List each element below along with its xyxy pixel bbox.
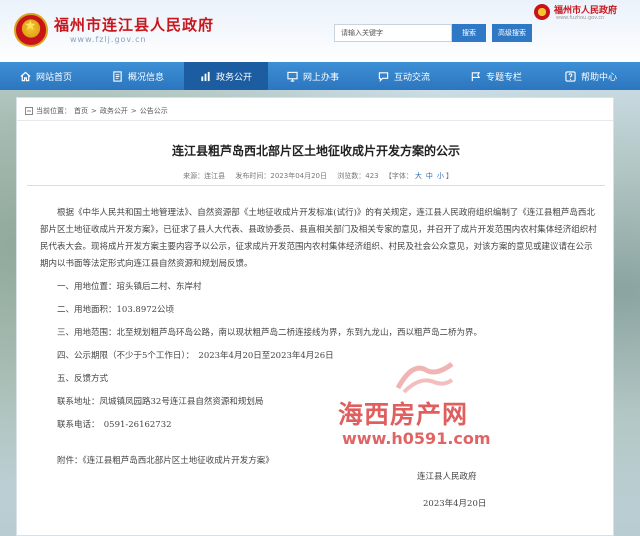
- search-input[interactable]: 请输入关键字: [334, 24, 452, 42]
- breadcrumb: 当前位置： 首页 > 政务公开 > 公告公示: [25, 106, 168, 116]
- font-size-large[interactable]: 大: [415, 172, 422, 180]
- nav-item-interaction[interactable]: 互动交流: [358, 62, 450, 90]
- article-item-area: 二、用地面积：103.8972公顷: [57, 305, 175, 315]
- breadcrumb-item-home[interactable]: 首页: [74, 106, 88, 116]
- article-panel: 当前位置： 首页 > 政务公开 > 公告公示 连江县粗芦岛西北部片区土地征收成片…: [16, 97, 614, 536]
- breadcrumb-separator: >: [130, 107, 137, 115]
- article-item-feedback: 五、反馈方式: [57, 374, 109, 384]
- nav-item-online-service[interactable]: 网上办事: [268, 62, 358, 90]
- nav-item-special-topics[interactable]: 专题专栏: [450, 62, 542, 90]
- article-item-address: 联系地址：凤城镇凤园路32号连江县自然资源和规划局: [57, 397, 264, 407]
- article-item-location: 一、用地位置：琯头镇后二村、东岸村: [57, 282, 202, 292]
- page-title: 连江县粗芦岛西北部片区土地征收成片开发方案的公示: [171, 144, 460, 158]
- city-emblem-icon: [534, 4, 550, 20]
- breadcrumb-separator: >: [91, 107, 97, 115]
- nav-item-label: 互动交流: [393, 72, 430, 83]
- nav-item-label: 网站首页: [35, 72, 72, 83]
- nav-item-label: 专题专栏: [485, 72, 522, 83]
- main-nav: 网站首页 概况信息 政务公开 网上办事 互动交流 专题专栏 帮助中心: [0, 62, 640, 90]
- article-body: 根据《中华人民共和国土地管理法》、自然资源部《土地征收成片开发标准(试行)》的有…: [40, 205, 600, 470]
- document-icon: [113, 70, 122, 82]
- nav-item-home[interactable]: 网站首页: [0, 62, 92, 90]
- search-button[interactable]: 搜索: [452, 24, 486, 42]
- nav-item-label: 帮助中心: [580, 72, 617, 83]
- font-size-switcher: 【字体：大中小】: [385, 172, 453, 180]
- advanced-search-button[interactable]: 高级搜索: [492, 24, 532, 42]
- city-logo-url: www.fuzhou.gov.cn: [556, 15, 605, 21]
- home-icon: [20, 71, 31, 81]
- site-domain: www.fzlj.gov.cn: [70, 35, 147, 44]
- article-intro: 根据《中华人民共和国土地管理法》、自然资源部《土地征收成片开发标准(试行)》的有…: [40, 208, 597, 269]
- divider: [17, 120, 613, 121]
- meta-source: 来源：连江县: [183, 172, 226, 180]
- nav-item-help[interactable]: 帮助中心: [542, 62, 640, 90]
- divider: [27, 185, 605, 186]
- meta-views: 浏览数：423: [337, 172, 379, 180]
- signature-org: 连江县人民政府: [417, 472, 477, 482]
- meta-date: 发布时间：2023年04月20日: [235, 172, 328, 180]
- article-meta: 来源：连江县 发布时间：2023年04月20日 浏览数：423 【字体：大中小】: [17, 171, 615, 181]
- signature-date: 2023年4月20日: [423, 499, 487, 509]
- nav-item-label: 概况信息: [127, 72, 164, 83]
- nav-item-gov-affairs[interactable]: 政务公开: [184, 62, 268, 90]
- national-emblem-icon: [14, 13, 48, 47]
- article-item-period: 四、公示期限（不少于5个工作日）： 2023年4月20日至2023年4月26日: [57, 351, 334, 361]
- nav-item-overview[interactable]: 概况信息: [92, 62, 184, 90]
- attachment-link[interactable]: 附件：《连江县粗芦岛西北部片区土地征收成片开发方案》: [40, 453, 600, 470]
- font-size-suffix: 】: [445, 172, 453, 180]
- article-item-scope: 三、用地范围：北至规划粗芦岛环岛公路，南以现状粗芦岛二桥连接线为界，东到九龙山，…: [57, 328, 483, 338]
- font-size-medium[interactable]: 中: [426, 172, 433, 180]
- article-item-phone: 联系电话： 0591-26162732: [57, 420, 172, 430]
- site-title[interactable]: 福州市连江县人民政府: [54, 14, 214, 35]
- breadcrumb-item-notices[interactable]: 公告公示: [140, 106, 168, 116]
- font-size-prefix: 【字体：: [384, 172, 413, 180]
- flag-icon: [471, 71, 481, 81]
- breadcrumb-item-gov-affairs[interactable]: 政务公开: [100, 106, 128, 116]
- breadcrumb-prefix: 当前位置：: [36, 107, 71, 115]
- nav-item-label: 政务公开: [215, 72, 252, 83]
- bar-chart-icon: [201, 71, 210, 81]
- site-header: 福州市连江县人民政府 www.fzlj.gov.cn 请输入关键字 搜索 高级搜…: [0, 0, 640, 62]
- monitor-icon: [287, 71, 298, 82]
- city-government-logo[interactable]: 福州市人民政府 www.fuzhou.gov.cn: [534, 2, 638, 26]
- location-icon: [25, 107, 33, 115]
- chat-icon: [378, 71, 389, 82]
- nav-item-label: 网上办事: [302, 72, 339, 83]
- font-size-small[interactable]: 小: [437, 172, 444, 180]
- help-icon: [565, 70, 576, 82]
